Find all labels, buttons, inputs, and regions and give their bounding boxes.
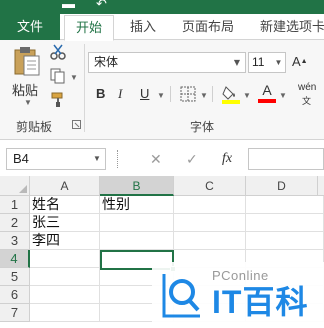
cell-d2[interactable] bbox=[246, 214, 324, 232]
tab-insert[interactable]: 插入 bbox=[130, 14, 156, 40]
excel-window: ▬ ↶ 文件 开始 插入 页面布局 新建选项卡 粘贴 ▼ ▼ 剪贴板 宋体 ▼ … bbox=[0, 0, 324, 328]
cell-b2[interactable] bbox=[100, 214, 174, 232]
paste-icon[interactable] bbox=[14, 46, 40, 76]
tab-page-layout[interactable]: 页面布局 bbox=[182, 14, 234, 40]
column-header-c[interactable]: C bbox=[174, 176, 246, 196]
formula-bar: B4 ▼ ✕ ✓ fx bbox=[0, 140, 324, 176]
paste-dropdown-icon[interactable]: ▼ bbox=[24, 98, 32, 107]
row-header-3[interactable]: 3 bbox=[0, 232, 30, 250]
cell-d1[interactable] bbox=[246, 196, 324, 214]
cell-b3[interactable] bbox=[100, 232, 174, 250]
cell-a7[interactable] bbox=[30, 304, 100, 322]
row-header-2[interactable]: 2 bbox=[0, 214, 30, 232]
select-all-button[interactable] bbox=[0, 176, 30, 196]
undo-icon[interactable]: ↶ bbox=[96, 0, 107, 11]
cancel-icon[interactable]: ✕ bbox=[150, 148, 162, 170]
cell-a5[interactable] bbox=[30, 268, 100, 286]
column-header-a[interactable]: A bbox=[30, 176, 100, 196]
cell-d3[interactable] bbox=[246, 232, 324, 250]
borders-dropdown-icon[interactable]: ▼ bbox=[200, 91, 208, 100]
format-separator bbox=[212, 86, 213, 102]
borders-icon[interactable] bbox=[180, 86, 196, 102]
format-separator bbox=[170, 86, 171, 102]
fx-label: fx bbox=[222, 151, 233, 166]
cell-a2[interactable]: 张三 bbox=[30, 214, 100, 232]
font-color-icon[interactable]: A bbox=[258, 82, 276, 104]
group-separator bbox=[84, 44, 85, 132]
tab-new[interactable]: 新建选项卡 bbox=[260, 14, 324, 40]
save-icon[interactable]: ▬ bbox=[62, 0, 75, 11]
row-header-1[interactable]: 1 bbox=[0, 196, 30, 214]
underline-button[interactable]: U bbox=[140, 84, 149, 104]
pconline-logo-icon bbox=[162, 274, 200, 318]
tab-home[interactable]: 开始 bbox=[64, 15, 114, 41]
name-box-value: B4 bbox=[13, 151, 29, 166]
font-color-dropdown-icon[interactable]: ▼ bbox=[279, 91, 287, 100]
font-size-box[interactable]: 11 ▼ bbox=[248, 52, 286, 73]
cell-c3[interactable] bbox=[174, 232, 246, 250]
phonetic-icon[interactable]: wén bbox=[298, 82, 316, 94]
font-name-box[interactable]: 宋体 ▼ bbox=[88, 52, 246, 73]
column-header-d[interactable]: D bbox=[246, 176, 318, 196]
bold-button[interactable]: B bbox=[96, 84, 105, 104]
increase-font-size-icon[interactable]: A▲ bbox=[292, 52, 308, 72]
formula-input[interactable] bbox=[248, 148, 324, 170]
font-size-value: 11 bbox=[252, 55, 265, 69]
watermark: PConline IT百科 bbox=[152, 262, 324, 328]
row-header-4[interactable]: 4 bbox=[0, 250, 30, 268]
fill-color-dropdown-icon[interactable]: ▼ bbox=[243, 91, 251, 100]
cell-a4[interactable] bbox=[30, 250, 100, 268]
cell-c1[interactable] bbox=[174, 196, 246, 214]
font-name-value: 宋体 bbox=[94, 55, 119, 69]
italic-button[interactable]: I bbox=[118, 84, 122, 104]
row-header-7[interactable]: 7 bbox=[0, 304, 30, 322]
cell-a6[interactable] bbox=[30, 286, 100, 304]
clipboard-group-label: 剪贴板 bbox=[16, 120, 53, 134]
cut-icon[interactable] bbox=[50, 44, 66, 60]
select-all-triangle-icon bbox=[19, 185, 27, 193]
column-header-b[interactable]: B bbox=[100, 176, 174, 196]
font-group-label: 字体 bbox=[190, 120, 215, 134]
watermark-brand: PConline bbox=[212, 268, 269, 283]
title-bar: ▬ ↶ bbox=[0, 0, 324, 14]
fill-color-icon[interactable] bbox=[222, 84, 240, 104]
paste-button[interactable]: 粘贴 bbox=[12, 80, 38, 99]
format-painter-icon[interactable] bbox=[50, 92, 66, 108]
enter-icon[interactable]: ✓ bbox=[186, 148, 198, 170]
insert-function-button[interactable]: fx bbox=[222, 148, 232, 170]
clipboard-launcher-icon[interactable] bbox=[72, 120, 81, 129]
font-size-dropdown-icon[interactable]: ▼ bbox=[272, 53, 285, 72]
underline-dropdown-icon[interactable]: ▼ bbox=[157, 91, 165, 100]
tab-file[interactable]: 文件 bbox=[0, 14, 60, 40]
name-box[interactable]: B4 ▼ bbox=[6, 148, 106, 170]
font-name-dropdown-icon[interactable]: ▼ bbox=[229, 53, 245, 72]
ribbon: 粘贴 ▼ ▼ 剪贴板 宋体 ▼ 11 ▼ A▲ B I U ▼ ▼ ▼ A ▼ … bbox=[0, 40, 324, 140]
copy-icon[interactable] bbox=[50, 68, 66, 84]
ribbon-tab-row: 文件 开始 插入 页面布局 新建选项卡 bbox=[0, 14, 324, 41]
watermark-title: IT百科 bbox=[212, 284, 309, 320]
cell-b1[interactable]: 性别 bbox=[100, 196, 174, 214]
cell-a1[interactable]: 姓名 bbox=[30, 196, 100, 214]
row-header-5[interactable]: 5 bbox=[0, 268, 30, 286]
phonetic-glyph-icon[interactable]: 文 bbox=[302, 94, 311, 107]
copy-dropdown-icon[interactable]: ▼ bbox=[70, 73, 78, 82]
column-header-e[interactable] bbox=[318, 176, 324, 196]
cell-c2[interactable] bbox=[174, 214, 246, 232]
formula-bar-grip[interactable] bbox=[117, 150, 118, 168]
name-box-dropdown-icon[interactable]: ▼ bbox=[91, 149, 103, 169]
cell-a3[interactable]: 李四 bbox=[30, 232, 100, 250]
row-header-6[interactable]: 6 bbox=[0, 286, 30, 304]
